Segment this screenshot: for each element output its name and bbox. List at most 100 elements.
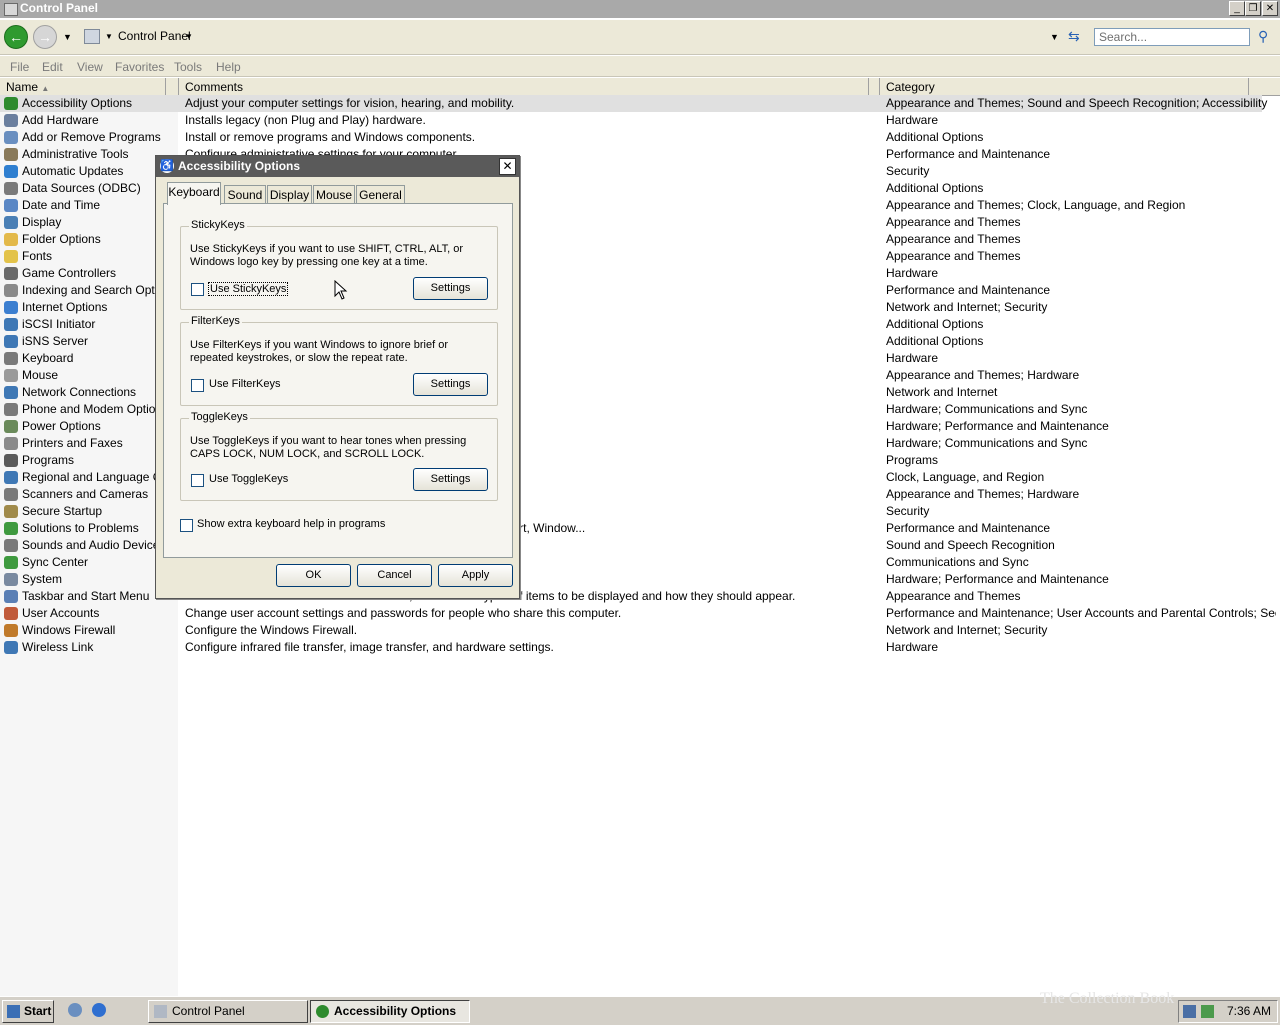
item-category: Appearance and Themes bbox=[886, 249, 1021, 263]
item-category: Additional Options bbox=[886, 334, 984, 348]
apply-button[interactable]: Apply bbox=[438, 564, 513, 587]
use-filterkeys-checkbox[interactable] bbox=[191, 379, 204, 392]
item-icon bbox=[4, 539, 18, 552]
list-item[interactable]: Wireless Link Configure infrared file tra… bbox=[0, 639, 1280, 656]
menu-tools[interactable]: Tools bbox=[174, 60, 202, 74]
minimize-button[interactable]: _ bbox=[1229, 1, 1245, 16]
column-header-comments[interactable]: Comments bbox=[185, 80, 243, 94]
list-item[interactable]: Add Hardware Installs legacy (non Plug an… bbox=[0, 112, 1280, 129]
use-stickykeys-checkbox[interactable] bbox=[191, 283, 204, 296]
menu-edit[interactable]: Edit bbox=[42, 60, 63, 74]
menu-file[interactable]: File bbox=[10, 60, 29, 74]
back-arrow-icon: ← bbox=[9, 29, 23, 45]
address-bar: ← → ▼ ▼ Control Panel ▼ ▼ ⇆ ⚲ bbox=[0, 20, 1280, 55]
breadcrumb[interactable]: Control Panel bbox=[118, 29, 191, 43]
item-comment: Configure the Windows Firewall. bbox=[185, 623, 358, 637]
column-divider[interactable] bbox=[879, 78, 880, 95]
forward-button[interactable]: → bbox=[33, 25, 57, 49]
column-header-category[interactable]: Category bbox=[886, 80, 935, 94]
window-title: Control Panel bbox=[20, 1, 99, 15]
item-category: Security bbox=[886, 504, 930, 518]
item-comment: Adjust your computer settings for vision… bbox=[185, 96, 515, 110]
item-category: Clock, Language, and Region bbox=[886, 470, 1045, 484]
extra-keyboard-help-label[interactable]: Show extra keyboard help in programs bbox=[197, 518, 385, 530]
menu-help[interactable]: Help bbox=[216, 60, 241, 74]
show-desktop-icon[interactable] bbox=[68, 1003, 82, 1017]
item-category: Appearance and Themes bbox=[886, 215, 1021, 229]
list-item[interactable]: Add or Remove Programs Install or remove … bbox=[0, 129, 1280, 146]
dialog-close-button[interactable]: ✕ bbox=[499, 158, 516, 175]
item-icon bbox=[4, 301, 18, 314]
tab-display[interactable]: Display bbox=[267, 185, 312, 204]
item-category: Performance and Maintenance bbox=[886, 283, 1051, 297]
windows-logo-icon bbox=[7, 1005, 20, 1018]
menu-bar: File Edit View Favorites Tools Help bbox=[0, 56, 1280, 77]
item-category: Appearance and Themes bbox=[886, 589, 1021, 603]
list-header: Name ▲ Comments Category bbox=[0, 78, 1280, 96]
taskbar-item-control-panel[interactable]: Control Panel bbox=[148, 1000, 308, 1023]
item-category: Appearance and Themes; Hardware bbox=[886, 368, 1080, 382]
internet-explorer-icon[interactable] bbox=[92, 1003, 106, 1017]
item-category: Additional Options bbox=[886, 181, 984, 195]
extra-keyboard-help-checkbox[interactable] bbox=[180, 519, 193, 532]
item-category: Programs bbox=[886, 453, 939, 467]
list-item[interactable]: User Accounts Change user account setting… bbox=[0, 605, 1280, 622]
stickykeys-legend: StickyKeys bbox=[189, 219, 247, 231]
list-item[interactable]: Accessibility Options Adjust your compute… bbox=[0, 95, 1267, 112]
column-divider[interactable] bbox=[165, 78, 166, 95]
accessibility-options-dialog: ♿ Accessibility Options ✕ Keyboard Sound… bbox=[155, 155, 520, 599]
column-divider[interactable] bbox=[1248, 78, 1249, 95]
item-name: Add or Remove Programs bbox=[22, 130, 161, 144]
search-input[interactable] bbox=[1094, 28, 1250, 46]
column-header-name[interactable]: Name ▲ bbox=[6, 80, 49, 94]
close-button[interactable]: ✕ bbox=[1262, 1, 1278, 16]
taskbar-item-accessibility-options[interactable]: Accessibility Options bbox=[310, 1000, 470, 1023]
refresh-icon[interactable]: ⇆ bbox=[1068, 28, 1080, 45]
tab-sound[interactable]: Sound bbox=[224, 185, 266, 204]
list-item[interactable]: Windows Firewall Configure the Windows Fi… bbox=[0, 622, 1280, 639]
filterkeys-legend: FilterKeys bbox=[189, 315, 242, 327]
start-label: Start bbox=[24, 1004, 52, 1018]
item-name: Windows Firewall bbox=[22, 623, 116, 637]
start-button[interactable]: Start bbox=[2, 1000, 54, 1023]
chevron-down-icon[interactable]: ▼ bbox=[105, 32, 113, 41]
address-dropdown-icon[interactable]: ▼ bbox=[1050, 32, 1059, 42]
item-icon bbox=[4, 522, 18, 535]
chevron-down-icon[interactable]: ▼ bbox=[185, 32, 193, 41]
item-icon bbox=[4, 369, 18, 382]
menu-favorites[interactable]: Favorites bbox=[115, 60, 164, 74]
use-stickykeys-label[interactable]: Use StickyKeys bbox=[208, 282, 289, 296]
control-panel-icon bbox=[154, 1005, 167, 1018]
item-icon bbox=[4, 386, 18, 399]
item-category: Network and Internet; Security bbox=[886, 300, 1048, 314]
item-category: Hardware bbox=[886, 351, 939, 365]
use-togglekeys-label[interactable]: Use ToggleKeys bbox=[209, 473, 288, 485]
network-icon[interactable] bbox=[1183, 1005, 1196, 1018]
window-titlebar: Control Panel _ ❐ ✕ bbox=[0, 0, 1280, 18]
cancel-button[interactable]: Cancel bbox=[357, 564, 432, 587]
tab-mouse[interactable]: Mouse bbox=[313, 185, 355, 204]
back-button[interactable]: ← bbox=[4, 25, 28, 49]
security-icon[interactable] bbox=[1201, 1005, 1214, 1018]
column-divider[interactable] bbox=[868, 78, 869, 95]
menu-view[interactable]: View bbox=[77, 60, 103, 74]
tab-keyboard[interactable]: Keyboard bbox=[167, 182, 221, 205]
column-divider[interactable] bbox=[178, 78, 179, 95]
tab-general[interactable]: General bbox=[356, 185, 405, 204]
item-icon bbox=[4, 624, 18, 637]
search-icon[interactable]: ⚲ bbox=[1258, 28, 1268, 45]
clock[interactable]: 7:36 AM bbox=[1227, 1004, 1271, 1018]
use-filterkeys-label[interactable]: Use FilterKeys bbox=[209, 378, 281, 390]
item-category: Security bbox=[886, 164, 930, 178]
history-dropdown-icon[interactable]: ▼ bbox=[63, 32, 72, 42]
filterkeys-settings-button[interactable]: Settings bbox=[413, 373, 488, 396]
ok-button[interactable]: OK bbox=[276, 564, 351, 587]
use-togglekeys-checkbox[interactable] bbox=[191, 474, 204, 487]
togglekeys-settings-button[interactable]: Settings bbox=[413, 468, 488, 491]
stickykeys-settings-button[interactable]: Settings bbox=[413, 277, 488, 300]
item-category: Appearance and Themes; Sound and Speech … bbox=[886, 96, 1268, 110]
item-icon bbox=[4, 505, 18, 518]
togglekeys-group: ToggleKeys Use ToggleKeys if you want to… bbox=[180, 411, 498, 501]
maximize-button[interactable]: ❐ bbox=[1245, 1, 1261, 16]
item-icon bbox=[4, 131, 18, 144]
